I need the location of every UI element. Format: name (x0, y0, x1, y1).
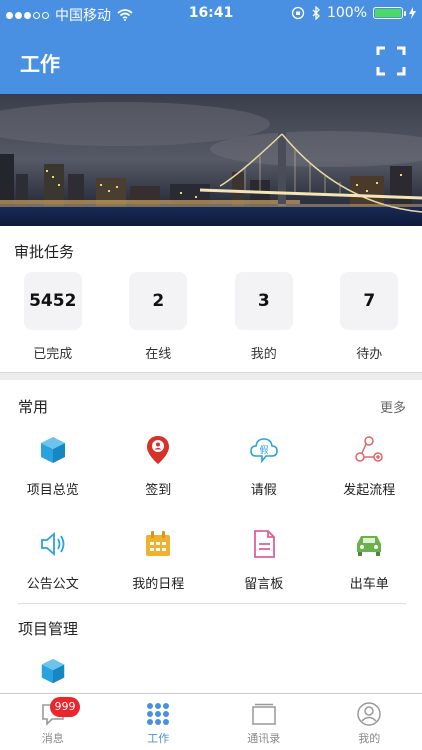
item-label: 我的日程 (132, 577, 185, 592)
item-label: 签到 (145, 483, 172, 498)
location-pin-icon (147, 436, 170, 464)
stat-label: 我的 (250, 347, 277, 362)
calendar-icon (146, 531, 171, 556)
item-label: 请假 (250, 483, 277, 498)
tab-profile[interactable]: 我的 (317, 694, 422, 750)
stat-value: 5452 (23, 272, 82, 330)
stat-mine[interactable]: 3 我的 (211, 272, 317, 362)
status-right: 100% (291, 5, 416, 21)
car-icon (357, 536, 382, 556)
item-label: 发起流程 (343, 483, 396, 498)
unread-badge: 999 (50, 697, 80, 717)
battery-fill (375, 9, 401, 17)
approval-section: 审批任务 5452 已完成 2 在线 3 我的 7 待办 (0, 226, 422, 372)
city-bridge-photo (0, 94, 422, 226)
section-separator (0, 372, 422, 380)
bluetooth-icon (312, 6, 320, 20)
tab-label: 我的 (358, 732, 381, 745)
divider (18, 603, 406, 604)
tab-label: 通讯录 (247, 732, 281, 745)
tab-work[interactable]: 工作 (106, 694, 212, 750)
cube-icon[interactable] (38, 656, 68, 686)
page-title: 工作 (20, 52, 60, 76)
nav-bar: 工作 (0, 28, 422, 94)
grid-icon (147, 703, 170, 725)
battery-icon (373, 7, 406, 19)
status-bar: 中国移动 16:41 100% (0, 0, 422, 28)
tab-contacts[interactable]: 通讯录 (211, 694, 317, 750)
leave-icon: 假 (249, 438, 278, 464)
profile-icon (357, 702, 381, 726)
speaker-icon (40, 532, 65, 556)
tab-messages[interactable]: 999 消息 (0, 694, 106, 750)
banner-image[interactable] (0, 94, 422, 226)
flow-icon (355, 436, 383, 462)
approval-stats: 5452 已完成 2 在线 3 我的 7 待办 (0, 272, 422, 362)
item-check-in[interactable]: 签到 (106, 430, 212, 524)
svg-text:假: 假 (259, 445, 268, 456)
battery-percent: 100% (326, 5, 367, 21)
tab-label: 消息 (41, 732, 64, 745)
document-icon (253, 530, 275, 558)
contacts-icon (252, 703, 276, 725)
stat-value: 7 (340, 272, 399, 330)
common-grid: 项目总览 签到 假 请假 发起流程 公告公文 我的日程 留言板 出车单 (0, 430, 422, 618)
item-project-overview[interactable]: 项目总览 (0, 430, 106, 524)
stat-value: 3 (234, 272, 293, 330)
item-label: 公告公文 (26, 577, 79, 592)
project-title: 项目管理 (18, 620, 79, 638)
stat-label: 待办 (356, 347, 383, 362)
stat-label: 已完成 (33, 347, 73, 362)
stat-completed[interactable]: 5452 已完成 (0, 272, 106, 362)
stat-online[interactable]: 2 在线 (106, 272, 212, 362)
stat-value: 2 (129, 272, 188, 330)
item-label: 项目总览 (26, 483, 79, 498)
item-label: 出车单 (349, 577, 389, 592)
orientation-lock-icon (291, 6, 305, 20)
scan-icon[interactable] (376, 46, 406, 76)
more-link[interactable]: 更多 (380, 397, 406, 416)
item-label: 留言板 (244, 577, 284, 592)
stat-todo[interactable]: 7 待办 (317, 272, 422, 362)
stat-label: 在线 (145, 347, 172, 362)
tab-bar: 999 消息 工作 通讯录 我的 (0, 693, 422, 750)
cube-icon (40, 437, 65, 463)
charging-icon (409, 7, 416, 19)
item-leave[interactable]: 假 请假 (211, 430, 317, 524)
common-title: 常用 (18, 398, 49, 416)
tab-label: 工作 (147, 732, 170, 745)
item-start-flow[interactable]: 发起流程 (317, 430, 422, 524)
approval-title: 审批任务 (14, 243, 75, 261)
common-header: 常用 更多 (18, 396, 406, 417)
